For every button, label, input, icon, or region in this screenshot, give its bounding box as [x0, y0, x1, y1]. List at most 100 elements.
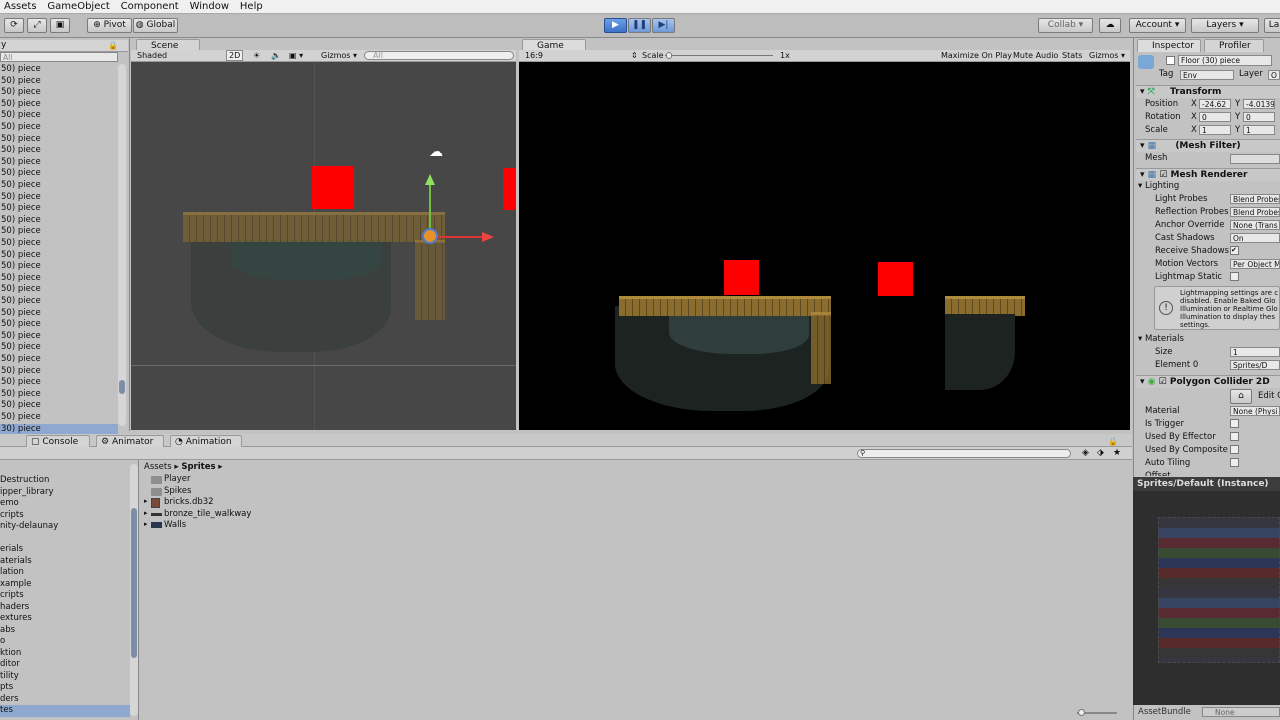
assetbundle-dropdown[interactable]: None: [1202, 707, 1280, 717]
rotate-tool-icon[interactable]: ⟳: [4, 18, 24, 33]
hierarchy-item[interactable]: 50) piece: [0, 180, 118, 192]
lock-icon[interactable]: 🔒: [1108, 437, 1118, 446]
scale-slider[interactable]: [665, 55, 773, 56]
folder-tree-item[interactable]: cripts: [0, 510, 24, 522]
materials-size-field[interactable]: 1: [1230, 347, 1280, 357]
mesh-renderer-enabled-icon[interactable]: ☑: [1159, 170, 1167, 180]
gizmo-x-arrow-icon[interactable]: [482, 232, 494, 242]
hierarchy-scroll-thumb[interactable]: [119, 380, 125, 394]
tab-inspector[interactable]: Inspector: [1137, 39, 1201, 52]
pivot-toggle[interactable]: ⊕ Pivot: [87, 18, 132, 33]
asset-walls[interactable]: Walls: [164, 520, 186, 532]
layers-dropdown[interactable]: Layers ▾: [1191, 18, 1259, 33]
menu-help[interactable]: Help: [236, 0, 267, 14]
hierarchy-item[interactable]: 50) piece: [0, 168, 118, 180]
tag-dropdown[interactable]: Env: [1180, 70, 1234, 80]
account-dropdown[interactable]: Account ▾: [1129, 18, 1186, 33]
hierarchy-item[interactable]: 50) piece: [0, 157, 118, 169]
audio-icon[interactable]: 🔈: [271, 50, 281, 61]
folder-tree-item[interactable]: ders: [0, 694, 19, 706]
menu-assets[interactable]: Assets: [0, 0, 41, 14]
mesh-field[interactable]: [1230, 154, 1280, 164]
folder-tree-item[interactable]: xample: [0, 579, 32, 591]
breadcrumb-sprites[interactable]: Sprites: [181, 462, 215, 472]
shading-dropdown[interactable]: Shaded: [137, 50, 167, 61]
hierarchy-item[interactable]: 50) piece: [0, 308, 118, 320]
auto-tiling-checkbox[interactable]: [1230, 458, 1239, 467]
folder-tree-item[interactable]: tes: [0, 705, 130, 717]
hierarchy-item[interactable]: 50) piece: [0, 76, 118, 88]
effects-icon[interactable]: ▣ ▾: [289, 50, 303, 61]
2d-toggle[interactable]: 2D: [226, 50, 244, 61]
preview-header[interactable]: Sprites/Default (Instance): [1133, 477, 1280, 491]
game-gizmos-dropdown[interactable]: Gizmos ▾: [1089, 50, 1125, 61]
used-by-effector-checkbox[interactable]: [1230, 432, 1239, 441]
folder-tree-item[interactable]: nity-delaunay: [0, 521, 58, 533]
position-y-field[interactable]: -4.0139: [1243, 99, 1275, 109]
folder-tree-item[interactable]: lation: [0, 567, 24, 579]
asset-bronze-tile[interactable]: bronze_tile_walkway: [164, 509, 251, 521]
rotation-y-field[interactable]: 0: [1243, 112, 1275, 122]
collider-material-field[interactable]: None (Physi: [1230, 406, 1280, 416]
hierarchy-item[interactable]: 50) piece: [0, 215, 118, 227]
cast-shadows-dropdown[interactable]: On: [1230, 233, 1280, 243]
hierarchy-item[interactable]: 50) piece: [0, 389, 118, 401]
collab-dropdown[interactable]: Collab ▾: [1038, 18, 1093, 33]
scale-y-field[interactable]: 1: [1243, 125, 1275, 135]
cloud-button[interactable]: ☁: [1099, 18, 1121, 33]
hierarchy-item[interactable]: 50) piece: [0, 273, 118, 285]
receive-shadows-checkbox[interactable]: ✔: [1230, 246, 1239, 255]
folder-tree-item[interactable]: extures: [0, 613, 32, 625]
mute-audio[interactable]: Mute Audio: [1013, 50, 1058, 61]
hierarchy-item[interactable]: 50) piece: [0, 412, 118, 424]
aspect-dropdown[interactable]: 16:9: [525, 50, 543, 61]
hierarchy-item[interactable]: 50) piece: [0, 87, 118, 99]
materials-foldout[interactable]: ▾ Materials: [1138, 333, 1184, 345]
lighting-foldout[interactable]: ▾ Lighting: [1138, 180, 1179, 192]
used-by-composite-checkbox[interactable]: [1230, 445, 1239, 454]
game-viewport[interactable]: [519, 62, 1130, 430]
filter-label-icon[interactable]: ⬗: [1097, 448, 1104, 458]
global-toggle[interactable]: ◍ Global: [133, 18, 178, 33]
scene-search[interactable]: All: [364, 51, 514, 60]
folder-tree-item[interactable]: tility: [0, 671, 19, 683]
scale-slider-thumb[interactable]: [666, 52, 672, 59]
menu-gameobject[interactable]: GameObject: [43, 0, 113, 14]
hierarchy-item[interactable]: 50) piece: [0, 319, 118, 331]
folder-tree-item[interactable]: emo: [0, 498, 19, 510]
step-button[interactable]: ▶|: [652, 18, 675, 33]
gizmo-y-axis[interactable]: [429, 182, 431, 234]
scene-red-block[interactable]: [312, 166, 354, 209]
tab-profiler[interactable]: Profiler: [1204, 39, 1264, 52]
asset-folder-spikes[interactable]: Spikes: [164, 486, 191, 498]
lock-icon[interactable]: 🔒: [108, 41, 118, 50]
hierarchy-item[interactable]: 50) piece: [0, 192, 118, 204]
scale-x-field[interactable]: 1: [1199, 125, 1231, 135]
expand-arrow-icon[interactable]: ▸: [144, 509, 148, 517]
hierarchy-item[interactable]: 50) piece: [0, 110, 118, 122]
filter-type-icon[interactable]: ◈: [1082, 448, 1089, 458]
position-x-field[interactable]: -24.62: [1199, 99, 1231, 109]
folder-tree-item[interactable]: ipper_library: [0, 487, 53, 499]
folder-tree-item[interactable]: abs: [0, 625, 15, 637]
hierarchy-item[interactable]: 50) piece: [0, 296, 118, 308]
expand-arrow-icon[interactable]: ▸: [144, 497, 148, 505]
hierarchy-item[interactable]: 50) piece: [0, 64, 118, 76]
motion-vectors-dropdown[interactable]: Per Object M: [1230, 259, 1280, 269]
project-search[interactable]: ⚲: [857, 449, 1071, 458]
scene-floor-bricks[interactable]: [183, 212, 445, 242]
gizmo-center-handle[interactable]: [422, 228, 438, 244]
edit-collider-button[interactable]: ⌂: [1230, 389, 1252, 404]
expand-arrow-icon[interactable]: ▸: [144, 520, 148, 528]
folder-tree-item[interactable]: aterials: [0, 556, 32, 568]
transform-header[interactable]: ▾ ⤧ Transform: [1136, 85, 1280, 98]
polygon-collider-header[interactable]: ▾ ◉ ☑ Polygon Collider 2D: [1136, 375, 1280, 388]
hierarchy-item[interactable]: 50) piece: [0, 261, 118, 273]
camera-icon[interactable]: ☁: [429, 144, 443, 160]
folder-tree-item[interactable]: o: [0, 636, 5, 648]
lightmap-static-checkbox[interactable]: [1230, 272, 1239, 281]
hierarchy-item[interactable]: 50) piece: [0, 377, 118, 389]
folder-tree-item[interactable]: ditor: [0, 659, 20, 671]
folder-tree-item[interactable]: erials: [0, 544, 23, 556]
scene-wall-bricks[interactable]: [415, 240, 445, 320]
